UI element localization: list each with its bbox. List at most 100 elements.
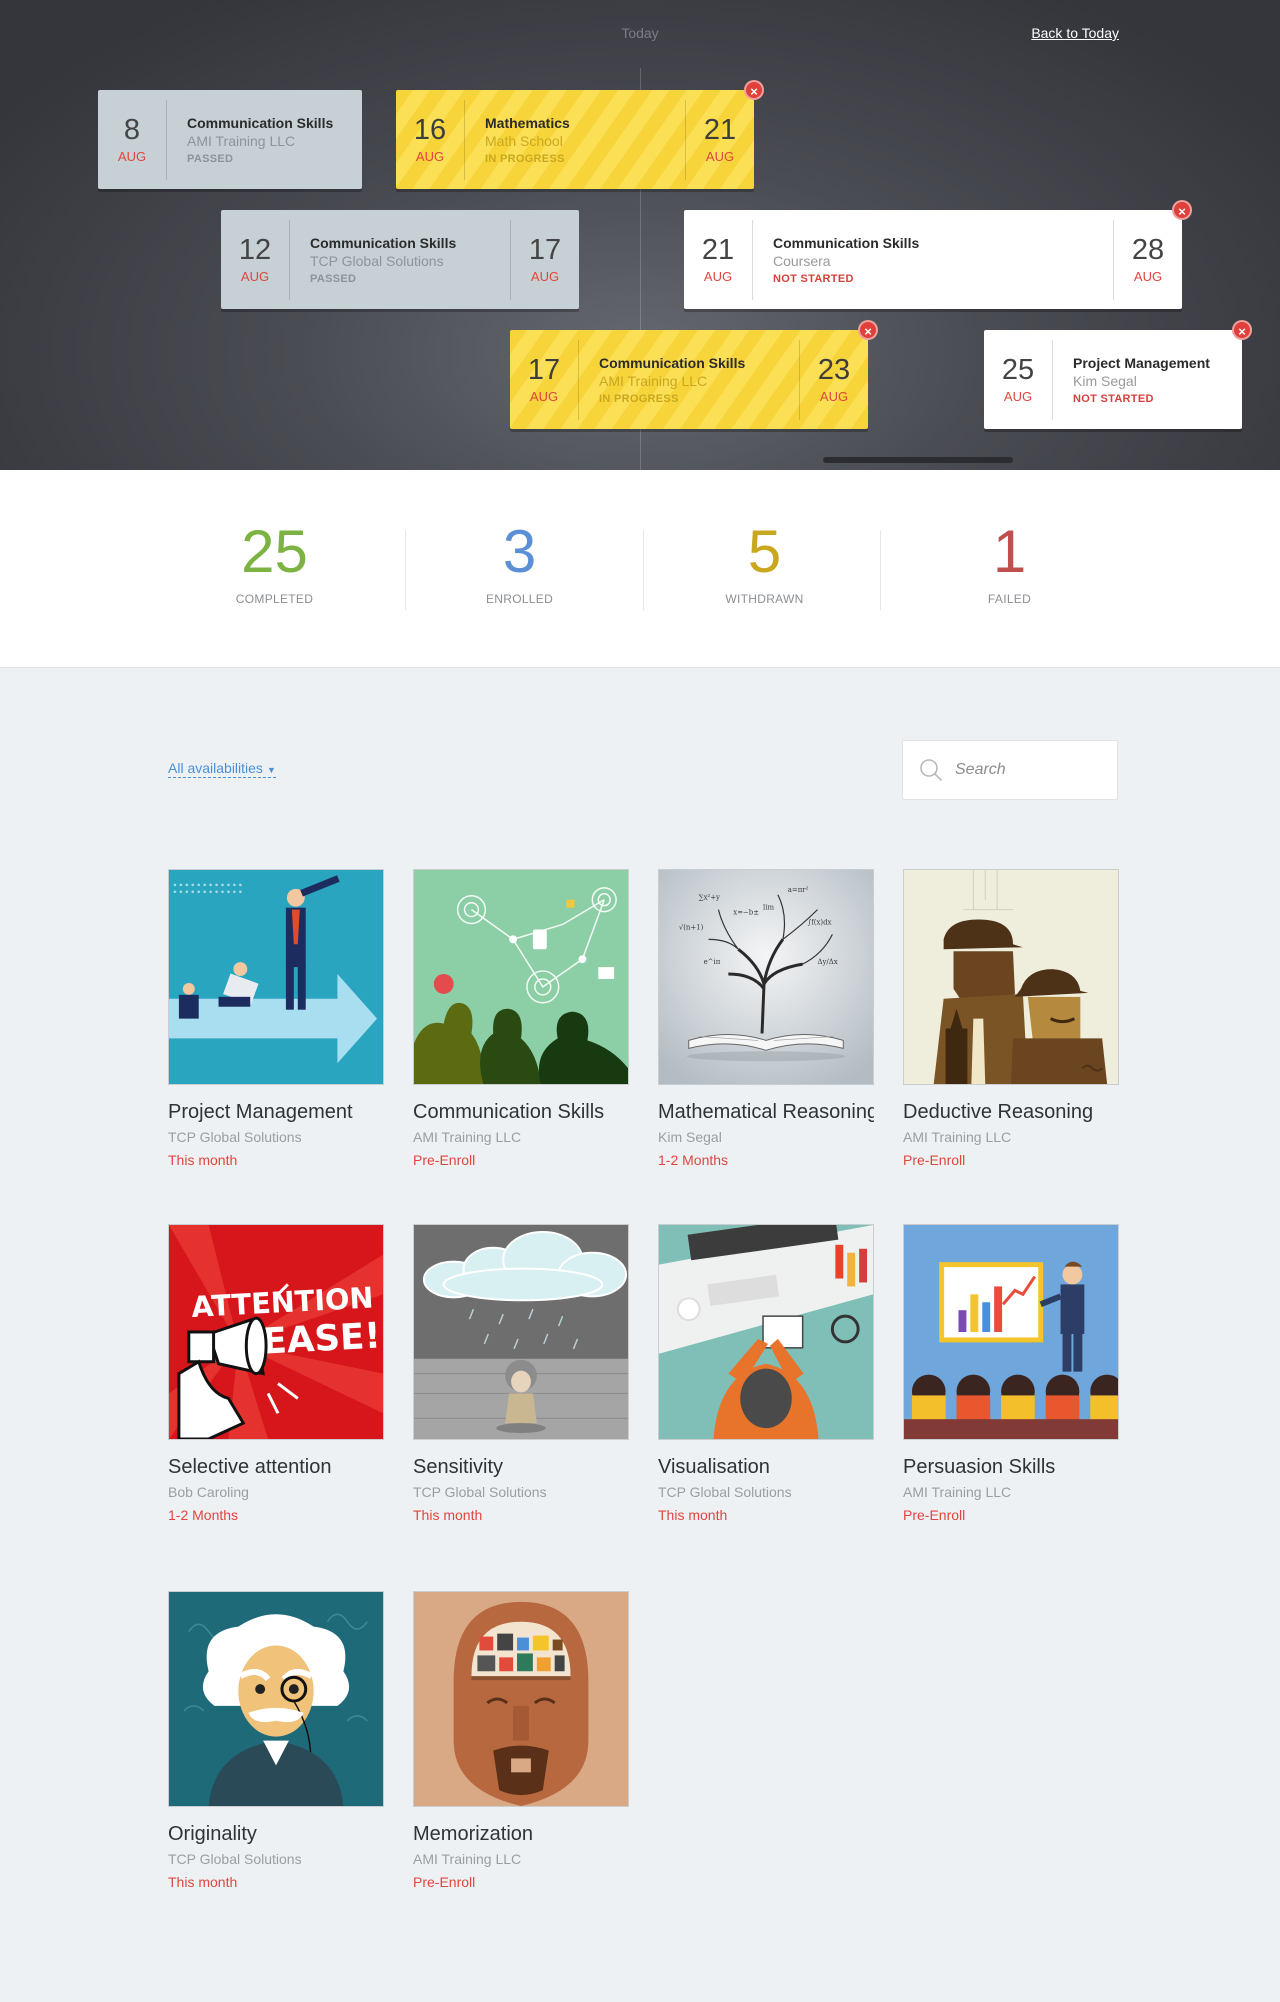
timeline-scrollbar[interactable] (823, 457, 1013, 463)
availability-filter-dropdown[interactable]: All availabilities ▼ (168, 760, 276, 778)
start-month: AUG (1003, 388, 1033, 404)
start-date: 16 AUG (396, 90, 464, 189)
einstein-portrait-image[interactable] (168, 1591, 384, 1807)
start-month: AUG (415, 148, 445, 164)
start-day: 25 (1001, 353, 1035, 386)
course-card[interactable]: Communication Skills AMI Training LLC Pr… (413, 869, 629, 1168)
timeline-card-communication-skills-ami-progress[interactable]: 17 AUG Communication Skills AMI Training… (510, 320, 878, 429)
desk-top-view-image[interactable] (658, 1224, 874, 1440)
course-card[interactable]: Originality TCP Global Solutions This mo… (168, 1591, 384, 1890)
search-icon (920, 759, 942, 781)
svg-text:∫f(x)dx: ∫f(x)dx (808, 918, 832, 926)
today-label: Today (621, 25, 659, 41)
course-provider: TCP Global Solutions (413, 1484, 547, 1500)
end-month: AUG (1133, 268, 1163, 284)
remove-card-button[interactable]: × (744, 80, 764, 100)
back-to-today-link[interactable]: Back to Today (1031, 25, 1119, 41)
svg-text:lim: lim (763, 904, 774, 912)
course-card[interactable]: ∑x²+y a=πr² √(n+1) ∫f(x)dx e^iπ Δy/Δx x=−b± l… (658, 869, 874, 1168)
course-availability: This month (658, 1507, 728, 1523)
start-date: 8 AUG (98, 90, 166, 189)
remove-card-button[interactable]: × (1232, 320, 1252, 340)
end-day: 17 (528, 233, 562, 266)
course-title[interactable]: Visualisation (658, 1456, 874, 1479)
status-badge: PASSED (187, 152, 234, 165)
course-card[interactable]: Memorization AMI Training LLC Pre-Enroll (413, 1591, 629, 1890)
svg-text:e^iπ: e^iπ (704, 958, 721, 966)
card-title: Mathematics (485, 114, 570, 131)
course-card[interactable]: ATTENTION PLEASE! Selective attention Bo… (168, 1224, 384, 1523)
stat-value: 1 (992, 518, 1027, 585)
rain-cloud-girl-image[interactable] (413, 1224, 629, 1440)
stats-panel: 25 COMPLETED 3 ENROLLED 5 WITHDRAWN 1 FA… (0, 470, 1280, 668)
card-title: Communication Skills (310, 234, 457, 251)
start-date: 17 AUG (510, 330, 578, 429)
end-month: AUG (530, 268, 560, 284)
status-badge: NOT STARTED (773, 272, 854, 285)
course-card[interactable]: Persuasion Skills AMI Training LLC Pre-E… (903, 1224, 1119, 1523)
end-date: 17 AUG (511, 210, 579, 309)
course-provider: TCP Global Solutions (168, 1851, 302, 1867)
course-provider: AMI Training LLC (413, 1129, 522, 1145)
stat-enrolled: 3 ENROLLED (401, 522, 638, 607)
card-provider: AMI Training LLC (599, 372, 708, 389)
course-title[interactable]: Communication Skills (413, 1101, 629, 1124)
remove-card-button[interactable]: × (1172, 200, 1192, 220)
search-box[interactable] (902, 740, 1118, 800)
megaphone-attention-image[interactable]: ATTENTION PLEASE! (168, 1224, 384, 1440)
timeline-card-communication-skills-tcp[interactable]: 12 AUG Communication Skills TCP Global S… (221, 210, 579, 309)
course-card[interactable]: Deductive Reasoning AMI Training LLC Pre… (903, 869, 1119, 1168)
end-day: 23 (817, 353, 851, 386)
course-availability: Pre-Enroll (903, 1507, 966, 1523)
start-date: 21 AUG (684, 210, 752, 309)
card-provider: AMI Training LLC (187, 132, 296, 149)
course-title[interactable]: Persuasion Skills (903, 1456, 1119, 1479)
course-title[interactable]: Deductive Reasoning (903, 1101, 1119, 1124)
course-title[interactable]: Mathematical Reasoning (658, 1101, 874, 1124)
businessman-telescope-image[interactable] (168, 869, 384, 1085)
course-card[interactable]: Visualisation TCP Global Solutions This … (658, 1224, 874, 1523)
people-talking-network-image[interactable] (413, 869, 629, 1085)
card-provider: TCP Global Solutions (310, 252, 444, 269)
svg-text:x=−b±: x=−b± (733, 909, 759, 917)
stat-failed: 1 FAILED (891, 518, 1128, 607)
start-day: 8 (123, 113, 141, 146)
course-title[interactable]: Project Management (168, 1101, 384, 1124)
divider (643, 530, 644, 610)
course-title[interactable]: Sensitivity (413, 1456, 629, 1479)
svg-text:Δy/Δx: Δy/Δx (818, 958, 838, 966)
timeline-card-project-management[interactable]: 25 AUG Project Management Kim Segal NOT … (984, 320, 1252, 429)
start-day: 16 (413, 113, 447, 146)
detectives-silhouette-image[interactable] (903, 869, 1119, 1085)
start-date: 12 AUG (221, 210, 289, 309)
head-shelves-image[interactable] (413, 1591, 629, 1807)
remove-card-button[interactable]: × (858, 320, 878, 340)
timeline-card-mathematics[interactable]: 16 AUG Mathematics Math School IN PROGRE… (396, 80, 764, 189)
stat-label: FAILED (987, 592, 1032, 606)
stat-label: COMPLETED (235, 592, 314, 606)
book-formula-tree-image[interactable]: ∑x²+y a=πr² √(n+1) ∫f(x)dx e^iπ Δy/Δx x=−b± l… (658, 869, 874, 1085)
timeline-card-communication-skills-ami[interactable]: 8 AUG Communication Skills AMI Training … (98, 90, 362, 189)
end-day: 28 (1131, 233, 1165, 266)
card-title: Communication Skills (187, 114, 334, 131)
course-title[interactable]: Memorization (413, 1823, 629, 1846)
course-card[interactable]: Project Management TCP Global Solutions … (168, 869, 384, 1168)
timeline-card-communication-skills-coursera[interactable]: 21 AUG Communication Skills Coursera NOT… (684, 200, 1192, 309)
course-availability: This month (413, 1507, 483, 1523)
status-badge: IN PROGRESS (485, 152, 565, 165)
card-title: Project Management (1073, 354, 1210, 371)
start-month: AUG (529, 388, 559, 404)
presenter-chart-image[interactable] (903, 1224, 1119, 1440)
course-availability: 1-2 Months (658, 1152, 729, 1168)
search-input[interactable] (955, 761, 1095, 779)
stat-completed: 25 COMPLETED (156, 522, 393, 607)
course-provider: Kim Segal (658, 1129, 722, 1145)
course-title[interactable]: Selective attention (168, 1456, 384, 1479)
course-availability: This month (168, 1152, 238, 1168)
start-day: 17 (527, 353, 561, 386)
status-badge: IN PROGRESS (599, 392, 679, 405)
course-card[interactable]: Sensitivity TCP Global Solutions This mo… (413, 1224, 629, 1523)
course-timeline: Today Back to Today 8 AUG Communication … (0, 0, 1280, 470)
course-title[interactable]: Originality (168, 1823, 384, 1846)
course-provider: AMI Training LLC (413, 1851, 522, 1867)
